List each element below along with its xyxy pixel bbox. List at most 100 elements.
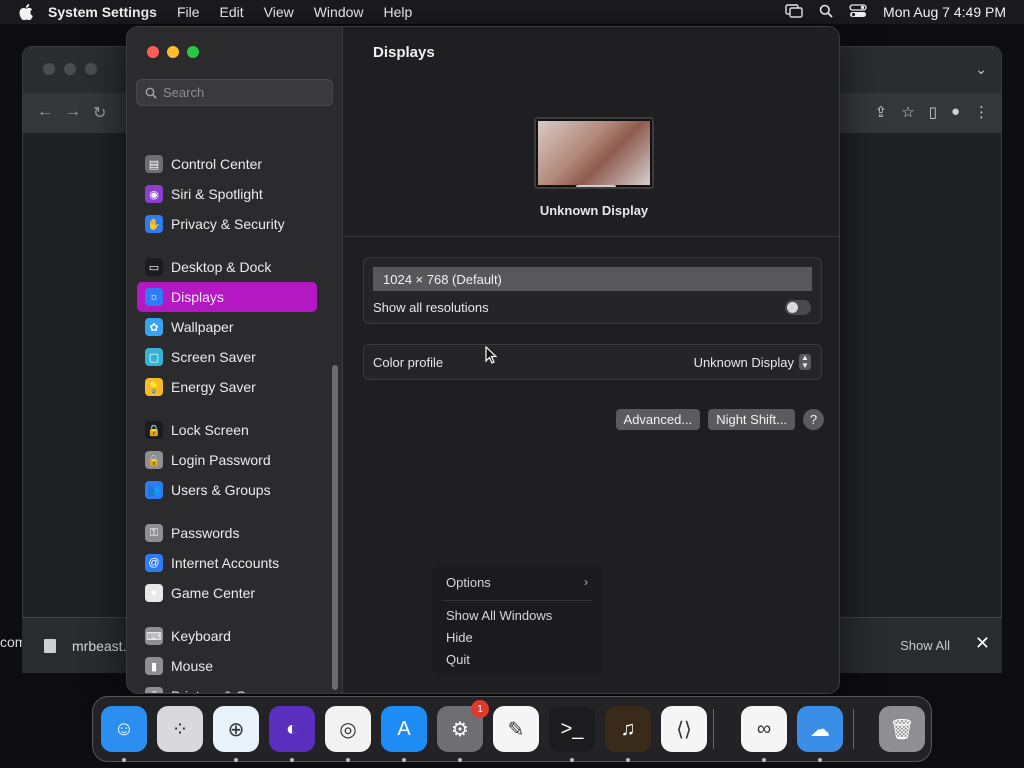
close-window-button[interactable] <box>147 46 159 58</box>
firefox-icon[interactable]: ◐ <box>269 706 315 752</box>
at-icon: @ <box>145 554 163 572</box>
running-indicator <box>290 758 294 762</box>
dock-context-menu: Options › Show All Windows Hide Quit <box>432 566 602 674</box>
users-icon: 👥 <box>145 481 163 499</box>
sidebar-search[interactable] <box>136 79 333 106</box>
key-icon: ⚿ <box>145 524 163 542</box>
sidebar-item-control-center[interactable]: ▤ Control Center <box>137 149 317 179</box>
control-center-icon[interactable] <box>849 3 867 21</box>
safari-icon[interactable]: ⊕ <box>213 706 259 752</box>
context-menu-options[interactable]: Options <box>446 575 491 590</box>
share-icon[interactable]: ⇪ <box>875 103 888 121</box>
close-icon[interactable]: ✕ <box>975 633 990 654</box>
vscode-icon[interactable]: ⟨⟩ <box>661 706 707 752</box>
menu-bar-clock[interactable]: Mon Aug 7 4:49 PM <box>883 4 1006 20</box>
sidebar-item-desktop-dock[interactable]: ▭ Desktop & Dock <box>137 252 317 282</box>
menu-view[interactable]: View <box>264 4 294 20</box>
profile-icon[interactable]: ● <box>951 103 960 121</box>
color-profile-value: Unknown Display <box>693 354 794 370</box>
sidebar-item-users-groups[interactable]: 👥 Users & Groups <box>137 475 317 505</box>
visual-studio-icon[interactable]: ∞ <box>741 706 787 752</box>
minimize-window-button[interactable] <box>167 46 179 58</box>
terminal-icon[interactable]: >_ <box>549 706 595 752</box>
menu-separator <box>442 600 592 601</box>
dock: ☺ ⁘ ⊕ ◐ ◎ A ⚙ 1 ✎ >_ ♫ ⟨⟩ ∞ ☁ 🗑 <box>92 696 932 762</box>
flower-icon: ✿ <box>145 318 163 336</box>
sidebar-item-game-center[interactable]: ● Game Center <box>137 578 317 608</box>
sidebar-item-label: Printers & Scanners <box>171 688 296 693</box>
menu-help[interactable]: Help <box>384 4 413 20</box>
browser-window-controls <box>43 63 97 75</box>
show-all-resolutions-toggle[interactable] <box>785 300 811 315</box>
more-menu-icon[interactable]: ⋮ <box>974 103 989 121</box>
search-input[interactable] <box>163 85 313 100</box>
sidebar-item-internet-accounts[interactable]: @ Internet Accounts <box>137 548 317 578</box>
running-indicator <box>818 758 822 762</box>
window-controls <box>147 46 199 58</box>
sidebar-item-label: Game Center <box>171 585 256 601</box>
running-indicator <box>402 758 406 762</box>
sidebar-item-displays[interactable]: ☼ Displays <box>137 282 317 312</box>
reload-icon[interactable]: ↻ <box>93 103 106 123</box>
trash-icon[interactable]: 🗑 <box>879 706 925 752</box>
search-icon <box>145 87 157 99</box>
context-menu-show-all-windows[interactable]: Show All Windows <box>446 608 552 623</box>
apple-menu-icon[interactable] <box>16 2 36 22</box>
lightbulb-icon: 💡 <box>145 378 163 396</box>
color-profile-select[interactable]: Unknown Display ▲ ▼ <box>694 354 811 370</box>
running-indicator <box>458 758 462 762</box>
sidebar-item-siri-spotlight[interactable]: ◉ Siri & Spotlight <box>137 179 317 209</box>
chrome-icon[interactable]: ◎ <box>325 706 371 752</box>
mouse-icon: ▮ <box>145 657 163 675</box>
garageband-icon[interactable]: ♫ <box>605 706 651 752</box>
context-menu-quit[interactable]: Quit <box>446 652 470 667</box>
download-file-name[interactable]: mrbeast. <box>72 638 126 654</box>
color-profile-row: Color profile Unknown Display ▲ ▼ <box>363 344 822 380</box>
help-button[interactable]: ? <box>803 409 824 430</box>
textedit-icon[interactable]: ✎ <box>493 706 539 752</box>
sidebar-item-label: Privacy & Security <box>171 216 285 232</box>
sidebar-item-login-password[interactable]: 🔒 Login Password <box>137 445 317 475</box>
resolution-option-selected[interactable]: 1024 × 768 (Default) <box>373 267 812 291</box>
launchpad-icon[interactable]: ⁘ <box>157 706 203 752</box>
night-shift-button[interactable]: Night Shift... <box>708 409 795 430</box>
menu-window[interactable]: Window <box>314 4 364 20</box>
app-store-icon[interactable]: A <box>381 706 427 752</box>
sidebar-item-keyboard[interactable]: ⌨ Keyboard <box>137 621 317 651</box>
display-preview[interactable] <box>534 117 654 189</box>
zoom-window-button[interactable] <box>187 46 199 58</box>
sidebar-item-printers-scanners[interactable]: ⎙ Printers & Scanners <box>137 681 317 693</box>
sidebar-item-screen-saver[interactable]: ▢ Screen Saver <box>137 342 317 372</box>
sidebar-item-label: Screen Saver <box>171 349 256 365</box>
sidebar-item-wallpaper[interactable]: ✿ Wallpaper <box>137 312 317 342</box>
sidebar-item-label: Login Password <box>171 452 271 468</box>
sidebar-scrollbar[interactable] <box>332 365 338 690</box>
context-menu-hide[interactable]: Hide <box>446 630 473 645</box>
screen-mirroring-icon[interactable] <box>785 3 803 21</box>
sidebar-item-privacy-security[interactable]: ✋ Privacy & Security <box>137 209 317 239</box>
finder-icon[interactable]: ☺ <box>101 706 147 752</box>
show-all-downloads-button[interactable]: Show All <box>900 638 950 653</box>
sidebar-item-mouse[interactable]: ▮ Mouse <box>137 651 317 681</box>
notification-badge: 1 <box>471 700 489 718</box>
system-settings-icon[interactable]: ⚙ 1 <box>437 700 489 752</box>
weather-icon[interactable]: ☁ <box>797 706 843 752</box>
sidebar-item-energy-saver[interactable]: 💡 Energy Saver <box>137 372 317 402</box>
forward-arrow-icon[interactable]: → <box>65 103 81 123</box>
menu-app-name[interactable]: System Settings <box>48 4 157 20</box>
sidebar-item-lock-screen[interactable]: 🔒 Lock Screen <box>137 415 317 445</box>
siri-icon: ◉ <box>145 185 163 203</box>
menu-file[interactable]: File <box>177 4 200 20</box>
chevron-down-icon[interactable]: ⌄ <box>975 61 987 78</box>
side-panel-icon[interactable]: ▯ <box>929 103 937 121</box>
menu-edit[interactable]: Edit <box>220 4 244 20</box>
game-center-icon: ● <box>145 584 163 602</box>
sidebar-item-passwords[interactable]: ⚿ Passwords <box>137 518 317 548</box>
sidebar-item-label: Lock Screen <box>171 422 249 438</box>
dock-separator <box>853 709 854 749</box>
bookmark-star-icon[interactable]: ☆ <box>901 103 914 121</box>
advanced-button[interactable]: Advanced... <box>615 409 701 430</box>
spotlight-search-icon[interactable] <box>819 4 833 21</box>
running-indicator <box>234 758 238 762</box>
back-arrow-icon[interactable]: ← <box>37 103 53 123</box>
